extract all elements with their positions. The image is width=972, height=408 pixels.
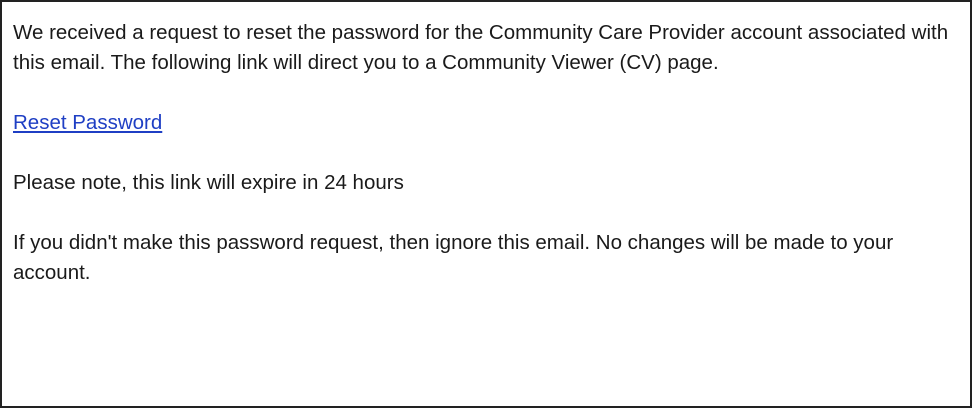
intro-paragraph: We received a request to reset the passw… <box>13 21 949 74</box>
email-body: We received a request to reset the passw… <box>13 18 963 288</box>
disclaimer-paragraph: If you didn't make this password request… <box>13 231 894 284</box>
link-paragraph: Reset Password <box>13 108 963 138</box>
email-frame: We received a request to reset the passw… <box>0 0 972 408</box>
expiry-note: Please note, this link will expire in 24… <box>13 171 404 194</box>
reset-password-link[interactable]: Reset Password <box>13 111 162 134</box>
